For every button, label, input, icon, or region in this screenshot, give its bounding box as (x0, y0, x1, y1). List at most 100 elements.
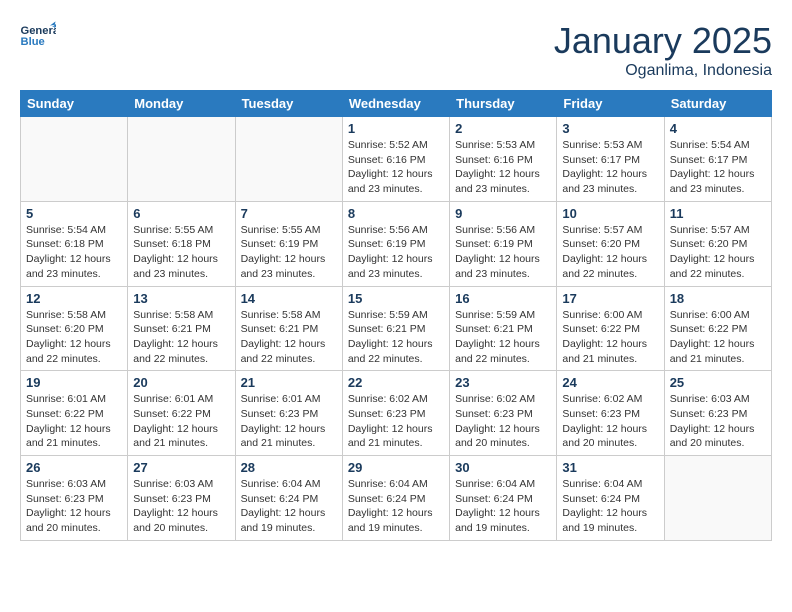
page-header: General Blue January 2025 Oganlima, Indo… (20, 20, 772, 80)
day-number: 14 (241, 291, 337, 306)
day-info: Sunrise: 5:59 AMSunset: 6:21 PMDaylight:… (348, 308, 444, 367)
calendar-cell: 26 Sunrise: 6:03 AMSunset: 6:23 PMDayligh… (21, 456, 128, 541)
day-number: 4 (670, 121, 766, 136)
day-info: Sunrise: 6:01 AMSunset: 6:22 PMDaylight:… (26, 392, 122, 451)
weekday-header: Monday (128, 91, 235, 117)
calendar-cell: 23 Sunrise: 6:02 AMSunset: 6:23 PMDayligh… (450, 371, 557, 456)
calendar-cell: 10 Sunrise: 5:57 AMSunset: 6:20 PMDayligh… (557, 201, 664, 286)
calendar-cell: 9 Sunrise: 5:56 AMSunset: 6:19 PMDaylight… (450, 201, 557, 286)
day-info: Sunrise: 5:55 AMSunset: 6:19 PMDaylight:… (241, 223, 337, 282)
day-number: 15 (348, 291, 444, 306)
day-number: 24 (562, 375, 658, 390)
day-info: Sunrise: 6:03 AMSunset: 6:23 PMDaylight:… (133, 477, 229, 536)
calendar-cell: 8Sunrise: 5:56 AMSunset: 6:19 PMDaylight… (342, 201, 449, 286)
day-info: Sunrise: 6:02 AMSunset: 6:23 PMDaylight:… (455, 392, 551, 451)
day-number: 25 (670, 375, 766, 390)
calendar-cell: 6 Sunrise: 5:55 AMSunset: 6:18 PMDaylight… (128, 201, 235, 286)
calendar-cell: 16 Sunrise: 5:59 AMSunset: 6:21 PMDayligh… (450, 286, 557, 371)
calendar-cell: 14 Sunrise: 5:58 AMSunset: 6:21 PMDayligh… (235, 286, 342, 371)
weekday-header: Friday (557, 91, 664, 117)
day-number: 19 (26, 375, 122, 390)
day-number: 23 (455, 375, 551, 390)
weekday-header: Sunday (21, 91, 128, 117)
day-info: Sunrise: 6:04 AMSunset: 6:24 PMDaylight:… (455, 477, 551, 536)
calendar-week-row: 1 Sunrise: 5:52 AMSunset: 6:16 PMDaylight… (21, 117, 772, 202)
calendar-cell: 1 Sunrise: 5:52 AMSunset: 6:16 PMDaylight… (342, 117, 449, 202)
day-info: Sunrise: 5:53 AMSunset: 6:16 PMDaylight:… (455, 138, 551, 197)
day-info: Sunrise: 5:53 AMSunset: 6:17 PMDaylight:… (562, 138, 658, 197)
calendar-cell: 19 Sunrise: 6:01 AMSunset: 6:22 PMDayligh… (21, 371, 128, 456)
calendar-cell: 31Sunrise: 6:04 AMSunset: 6:24 PMDayligh… (557, 456, 664, 541)
day-info: Sunrise: 6:03 AMSunset: 6:23 PMDaylight:… (670, 392, 766, 451)
day-number: 1 (348, 121, 444, 136)
day-info: Sunrise: 5:54 AMSunset: 6:18 PMDaylight:… (26, 223, 122, 282)
day-number: 16 (455, 291, 551, 306)
day-number: 17 (562, 291, 658, 306)
calendar-week-row: 26 Sunrise: 6:03 AMSunset: 6:23 PMDayligh… (21, 456, 772, 541)
day-number: 9 (455, 206, 551, 221)
logo-icon: General Blue (20, 20, 56, 48)
day-info: Sunrise: 5:52 AMSunset: 6:16 PMDaylight:… (348, 138, 444, 197)
weekday-header: Thursday (450, 91, 557, 117)
calendar-cell: 24 Sunrise: 6:02 AMSunset: 6:23 PMDayligh… (557, 371, 664, 456)
day-info: Sunrise: 6:02 AMSunset: 6:23 PMDaylight:… (348, 392, 444, 451)
day-info: Sunrise: 6:04 AMSunset: 6:24 PMDaylight:… (348, 477, 444, 536)
day-number: 21 (241, 375, 337, 390)
calendar-week-row: 12 Sunrise: 5:58 AMSunset: 6:20 PMDayligh… (21, 286, 772, 371)
day-number: 3 (562, 121, 658, 136)
day-number: 5 (26, 206, 122, 221)
day-number: 12 (26, 291, 122, 306)
day-number: 6 (133, 206, 229, 221)
day-info: Sunrise: 5:58 AMSunset: 6:21 PMDaylight:… (241, 308, 337, 367)
calendar-cell: 11 Sunrise: 5:57 AMSunset: 6:20 PMDayligh… (664, 201, 771, 286)
calendar-cell (664, 456, 771, 541)
calendar-cell (128, 117, 235, 202)
calendar-cell: 25 Sunrise: 6:03 AMSunset: 6:23 PMDayligh… (664, 371, 771, 456)
calendar-cell: 27Sunrise: 6:03 AMSunset: 6:23 PMDayligh… (128, 456, 235, 541)
day-number: 11 (670, 206, 766, 221)
calendar-cell: 2Sunrise: 5:53 AMSunset: 6:16 PMDaylight… (450, 117, 557, 202)
calendar-cell: 17 Sunrise: 6:00 AMSunset: 6:22 PMDayligh… (557, 286, 664, 371)
calendar-cell: 22 Sunrise: 6:02 AMSunset: 6:23 PMDayligh… (342, 371, 449, 456)
calendar-cell (235, 117, 342, 202)
day-info: Sunrise: 5:56 AMSunset: 6:19 PMDaylight:… (455, 223, 551, 282)
day-number: 7 (241, 206, 337, 221)
calendar-cell: 3 Sunrise: 5:53 AMSunset: 6:17 PMDaylight… (557, 117, 664, 202)
day-info: Sunrise: 5:55 AMSunset: 6:18 PMDaylight:… (133, 223, 229, 282)
day-info: Sunrise: 5:58 AMSunset: 6:20 PMDaylight:… (26, 308, 122, 367)
calendar-week-row: 19 Sunrise: 6:01 AMSunset: 6:22 PMDayligh… (21, 371, 772, 456)
day-number: 29 (348, 460, 444, 475)
day-info: Sunrise: 6:02 AMSunset: 6:23 PMDaylight:… (562, 392, 658, 451)
title-section: January 2025 Oganlima, Indonesia (554, 20, 772, 80)
day-info: Sunrise: 5:57 AMSunset: 6:20 PMDaylight:… (562, 223, 658, 282)
calendar-cell: 21Sunrise: 6:01 AMSunset: 6:23 PMDayligh… (235, 371, 342, 456)
calendar-cell: 4Sunrise: 5:54 AMSunset: 6:17 PMDaylight… (664, 117, 771, 202)
day-number: 30 (455, 460, 551, 475)
day-info: Sunrise: 5:58 AMSunset: 6:21 PMDaylight:… (133, 308, 229, 367)
day-number: 26 (26, 460, 122, 475)
day-number: 18 (670, 291, 766, 306)
day-number: 10 (562, 206, 658, 221)
day-info: Sunrise: 5:59 AMSunset: 6:21 PMDaylight:… (455, 308, 551, 367)
calendar-cell: 13 Sunrise: 5:58 AMSunset: 6:21 PMDayligh… (128, 286, 235, 371)
day-number: 20 (133, 375, 229, 390)
calendar-cell: 29 Sunrise: 6:04 AMSunset: 6:24 PMDayligh… (342, 456, 449, 541)
calendar-cell: 28Sunrise: 6:04 AMSunset: 6:24 PMDayligh… (235, 456, 342, 541)
weekday-header-row: SundayMondayTuesdayWednesdayThursdayFrid… (21, 91, 772, 117)
day-info: Sunrise: 6:00 AMSunset: 6:22 PMDaylight:… (562, 308, 658, 367)
day-info: Sunrise: 6:01 AMSunset: 6:22 PMDaylight:… (133, 392, 229, 451)
day-info: Sunrise: 5:56 AMSunset: 6:19 PMDaylight:… (348, 223, 444, 282)
day-number: 13 (133, 291, 229, 306)
svg-text:General: General (21, 25, 57, 37)
location-subtitle: Oganlima, Indonesia (554, 62, 772, 80)
day-number: 22 (348, 375, 444, 390)
calendar-cell: 15 Sunrise: 5:59 AMSunset: 6:21 PMDayligh… (342, 286, 449, 371)
calendar-table: SundayMondayTuesdayWednesdayThursdayFrid… (20, 90, 772, 541)
calendar-cell: 12 Sunrise: 5:58 AMSunset: 6:20 PMDayligh… (21, 286, 128, 371)
weekday-header: Wednesday (342, 91, 449, 117)
day-info: Sunrise: 6:04 AMSunset: 6:24 PMDaylight:… (241, 477, 337, 536)
day-info: Sunrise: 5:57 AMSunset: 6:20 PMDaylight:… (670, 223, 766, 282)
day-info: Sunrise: 6:03 AMSunset: 6:23 PMDaylight:… (26, 477, 122, 536)
calendar-cell: 5 Sunrise: 5:54 AMSunset: 6:18 PMDaylight… (21, 201, 128, 286)
calendar-cell: 18Sunrise: 6:00 AMSunset: 6:22 PMDayligh… (664, 286, 771, 371)
